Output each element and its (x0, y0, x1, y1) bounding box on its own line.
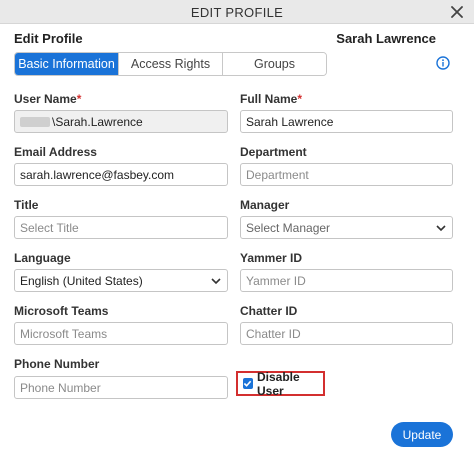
title-input[interactable] (20, 220, 222, 235)
dialog-title: EDIT PROFILE (190, 5, 284, 20)
email-field[interactable] (14, 163, 228, 186)
yammer-label: Yammer ID (240, 251, 303, 265)
info-icon[interactable] (436, 56, 450, 70)
user-name-value: \Sarah.Lawrence (52, 114, 143, 129)
tab-bar: Basic Information Access Rights Groups (14, 52, 327, 76)
disable-user-checkbox[interactable] (243, 378, 253, 389)
title-label: Title (14, 198, 39, 212)
department-input[interactable] (246, 167, 447, 182)
chatter-label: Chatter ID (240, 304, 298, 318)
update-button[interactable]: Update (391, 422, 453, 447)
user-name-field: \Sarah.Lawrence (14, 110, 228, 133)
tab-access-rights[interactable]: Access Rights (119, 53, 223, 75)
chatter-field[interactable] (240, 322, 453, 345)
department-field[interactable] (240, 163, 453, 186)
email-input[interactable] (20, 167, 222, 182)
disable-user-label: Disable User (256, 369, 300, 398)
chevron-down-icon (211, 277, 221, 284)
manager-select-placeholder: Select Manager (246, 220, 331, 235)
yammer-field[interactable] (240, 269, 453, 292)
yammer-input[interactable] (246, 273, 447, 288)
page-heading: Edit Profile (14, 31, 83, 46)
phone-label: Phone Number (14, 357, 100, 371)
teams-label: Microsoft Teams (14, 304, 109, 318)
language-select-value: English (United States) (20, 273, 143, 288)
language-select[interactable]: English (United States) (14, 269, 228, 292)
tab-groups[interactable]: Groups (223, 53, 326, 75)
tab-basic-information[interactable]: Basic Information (15, 53, 119, 75)
dialog-titlebar: EDIT PROFILE (0, 0, 474, 24)
teams-input[interactable] (20, 326, 222, 341)
close-icon (451, 6, 463, 18)
department-label: Department (240, 145, 307, 159)
manager-label: Manager (240, 198, 290, 212)
phone-input[interactable] (20, 380, 222, 395)
phone-field[interactable] (14, 376, 228, 399)
title-field[interactable] (14, 216, 228, 239)
full-name-field[interactable] (240, 110, 453, 133)
disable-user-highlight: Disable User (236, 369, 325, 398)
language-label: Language (14, 251, 71, 265)
full-name-label: Full Name* (240, 92, 303, 106)
manager-select[interactable]: Select Manager (240, 216, 453, 239)
domain-mask (20, 116, 50, 127)
close-button[interactable] (448, 3, 466, 21)
user-display-name: Sarah Lawrence (336, 31, 436, 46)
teams-field[interactable] (14, 322, 228, 345)
chevron-down-icon (436, 224, 446, 231)
email-label: Email Address (14, 145, 97, 159)
user-name-label: User Name* (14, 92, 82, 106)
chatter-input[interactable] (246, 326, 447, 341)
full-name-input[interactable] (246, 114, 447, 129)
checkmark-icon (244, 380, 252, 387)
